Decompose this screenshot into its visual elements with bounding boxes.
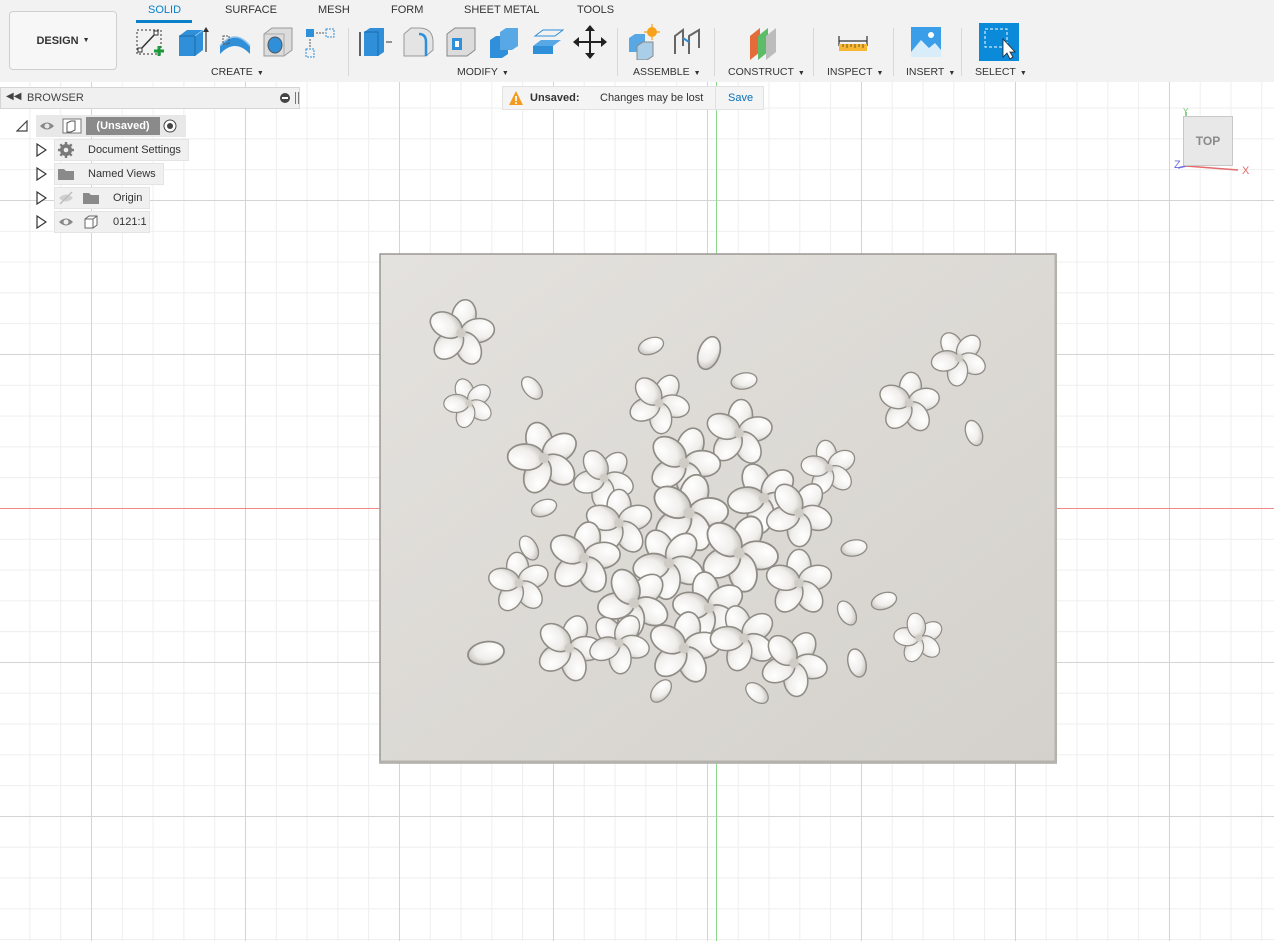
workspace-label: DESIGN (36, 34, 79, 47)
folder-icon (58, 169, 74, 180)
activate-radio-icon[interactable] (163, 119, 177, 133)
toolbar-divider (813, 28, 814, 76)
browser-item-document-settings[interactable]: Document Settings (0, 139, 300, 161)
browser-item-named-views[interactable]: Named Views (0, 163, 300, 185)
body-icon (84, 215, 98, 229)
new-component-icon[interactable] (627, 24, 661, 60)
folder-icon (83, 193, 99, 204)
construct-menu[interactable]: CONSTRUCT ▼ (728, 66, 805, 78)
viewcube-face-label: TOP (1195, 134, 1221, 148)
tab-form[interactable]: FORM (391, 4, 423, 16)
document-settings-label: Document Settings (88, 144, 181, 156)
viewcube-top-face[interactable]: TOP (1183, 116, 1233, 166)
measure-icon[interactable] (836, 24, 870, 60)
viewcube[interactable]: TOP X Z Y (1172, 107, 1252, 180)
collapse-triangle-icon[interactable] (16, 120, 28, 132)
workspace-switcher-button[interactable]: DESIGN ▼ (9, 11, 117, 70)
origin-label: Origin (113, 192, 143, 204)
body-label: 0121:1 (113, 216, 147, 228)
select-icon[interactable] (979, 23, 1019, 61)
insert-menu[interactable]: INSERT ▼ (906, 66, 955, 78)
root-component-label[interactable]: (Unsaved) (86, 117, 160, 135)
panel-resize-handle[interactable] (295, 92, 299, 104)
tab-mesh[interactable]: MESH (318, 4, 350, 16)
eye-hidden-icon[interactable] (58, 191, 74, 205)
toolbar: DESIGN ▼ SOLID SURFACE MESH FORM SHEET ME… (0, 0, 1274, 83)
minimize-icon[interactable] (280, 93, 290, 103)
joint-icon[interactable] (671, 24, 705, 60)
browser-item-origin[interactable]: Origin (0, 187, 300, 209)
banner-divider (715, 87, 716, 109)
collapse-panel-icon[interactable]: ◀◀ (6, 91, 21, 102)
offset-plane-icon[interactable] (746, 24, 780, 60)
relief-model[interactable] (379, 253, 1057, 764)
toolbar-divider (714, 28, 715, 76)
eye-icon[interactable] (58, 215, 74, 229)
active-tab-indicator (136, 20, 192, 23)
revolve-icon[interactable] (218, 24, 252, 60)
expand-triangle-icon[interactable] (35, 167, 47, 181)
tab-sheet-metal[interactable]: SHEET METAL (464, 4, 539, 16)
offset-face-icon[interactable] (530, 24, 564, 60)
combine-icon[interactable] (487, 24, 521, 60)
toolbar-divider (961, 28, 962, 76)
browser-panel-header: ◀◀ BROWSER (0, 87, 300, 109)
expand-triangle-icon[interactable] (35, 143, 47, 157)
axis-x-label: X (1242, 165, 1250, 177)
create-sketch-icon[interactable] (134, 24, 168, 60)
save-link[interactable]: Save (728, 92, 753, 104)
tab-tools[interactable]: TOOLS (577, 4, 614, 16)
eye-icon[interactable] (39, 119, 55, 133)
shell-icon[interactable] (444, 24, 478, 60)
unsaved-title: Unsaved: (530, 92, 580, 104)
component-icon (62, 118, 82, 134)
browser-root-row[interactable]: (Unsaved) (0, 115, 300, 137)
axis-z-label: Z (1174, 159, 1181, 171)
tab-solid[interactable]: SOLID (148, 4, 181, 16)
modify-menu[interactable]: MODIFY ▼ (457, 66, 509, 78)
axis-y-label: Y (1183, 107, 1189, 116)
create-menu[interactable]: CREATE ▼ (211, 66, 264, 78)
extrude-icon[interactable] (175, 24, 209, 60)
expand-triangle-icon[interactable] (35, 191, 47, 205)
tab-surface[interactable]: SURFACE (225, 4, 277, 16)
toolbar-divider (617, 28, 618, 76)
insert-image-icon[interactable] (909, 24, 943, 60)
pattern-icon[interactable] (303, 24, 337, 60)
assemble-menu[interactable]: ASSEMBLE ▼ (633, 66, 701, 78)
named-views-label: Named Views (88, 168, 156, 180)
move-icon[interactable] (573, 24, 607, 60)
expand-triangle-icon[interactable] (35, 215, 47, 229)
warning-icon (509, 91, 523, 105)
unsaved-banner: Unsaved: Changes may be lost Save (502, 86, 764, 110)
toolbar-divider (348, 28, 349, 76)
chevron-down-icon: ▼ (82, 37, 90, 44)
toolbar-divider (893, 28, 894, 76)
select-menu[interactable]: SELECT ▼ (975, 66, 1027, 78)
browser-title: BROWSER (27, 92, 84, 104)
unsaved-message: Changes may be lost (600, 92, 704, 104)
gear-icon (58, 142, 74, 158)
inspect-menu[interactable]: INSPECT ▼ (827, 66, 883, 78)
press-pull-icon[interactable] (358, 24, 392, 60)
fillet-icon[interactable] (401, 24, 435, 60)
hole-icon[interactable] (261, 24, 295, 60)
browser-item-body[interactable]: 0121:1 (0, 211, 300, 233)
